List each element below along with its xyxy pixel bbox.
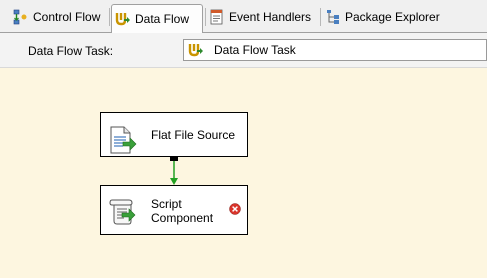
tab-separator bbox=[109, 8, 110, 26]
package-explorer-icon bbox=[327, 10, 339, 24]
script-component[interactable]: Script Component bbox=[100, 185, 248, 235]
event-handlers-icon bbox=[210, 9, 223, 25]
tab-event-handlers-label: Event Handlers bbox=[229, 10, 312, 24]
tab-data-flow-label: Data Flow bbox=[135, 12, 190, 26]
data-flow-task-selector[interactable]: Data Flow Task bbox=[183, 39, 487, 61]
error-icon bbox=[229, 203, 241, 215]
data-flow-design-surface[interactable]: Flat File Source Script Component bbox=[0, 68, 487, 278]
tab-package-explorer[interactable]: Package Explorer bbox=[322, 6, 440, 28]
tab-separator bbox=[320, 8, 321, 26]
path-arrowhead bbox=[170, 178, 178, 185]
data-flow-task-toolbar: Data Flow Task: Data Flow Task bbox=[0, 33, 487, 68]
data-flow-task-value: Data Flow Task bbox=[214, 43, 296, 57]
tab-control-flow-label: Control Flow bbox=[33, 10, 101, 24]
output-connector bbox=[170, 156, 178, 161]
script-component-icon bbox=[109, 199, 136, 225]
data-flow-task-label: Data Flow Task: bbox=[28, 44, 114, 58]
data-flow-icon bbox=[115, 13, 130, 26]
control-flow-icon bbox=[13, 9, 27, 25]
tab-package-explorer-label: Package Explorer bbox=[345, 10, 440, 24]
tab-control-flow[interactable]: Control Flow bbox=[10, 6, 100, 28]
script-component-label: Script Component bbox=[151, 197, 214, 225]
tab-data-flow[interactable]: Data Flow bbox=[111, 4, 203, 33]
designer-tab-bar: Control Flow Data Flow Event Handlers Pa… bbox=[0, 0, 487, 33]
data-flow-icon bbox=[188, 44, 203, 57]
data-flow-path[interactable] bbox=[0, 68, 487, 278]
tab-event-handlers[interactable]: Event Handlers bbox=[206, 6, 311, 28]
